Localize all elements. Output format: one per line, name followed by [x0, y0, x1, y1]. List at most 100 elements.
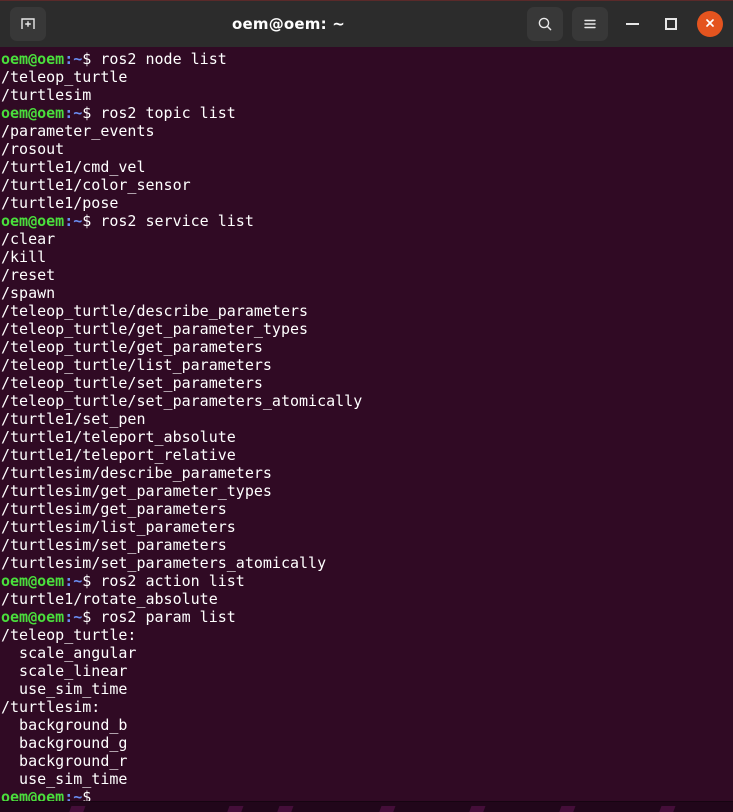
- terminal-cursor: [91, 790, 100, 801]
- output-text: /turtle1/cmd_vel: [1, 158, 146, 176]
- output-text: scale_angular: [1, 644, 137, 662]
- output-text: /turtle1/rotate_absolute: [1, 590, 218, 608]
- terminal-output-line: /turtle1/cmd_vel: [1, 158, 733, 176]
- search-button[interactable]: [527, 7, 563, 41]
- terminal-output-line: /teleop_turtle/get_parameters: [1, 338, 733, 356]
- terminal-output-line: /turtle1/teleport_absolute: [1, 428, 733, 446]
- output-text: /teleop_turtle/describe_parameters: [1, 302, 309, 320]
- terminal-command: ros2 service list: [91, 212, 254, 230]
- terminal-output-line: /turtlesim:: [1, 698, 733, 716]
- output-text: background_b: [1, 716, 128, 734]
- output-text: /spawn: [1, 284, 56, 302]
- output-text: background_r: [1, 752, 128, 770]
- terminal-output-line: /teleop_turtle/describe_parameters: [1, 302, 733, 320]
- window-titlebar[interactable]: oem@oem: ~: [0, 0, 733, 47]
- terminal-output-line: /teleop_turtle/list_parameters: [1, 356, 733, 374]
- terminal-output-line: /teleop_turtle:: [1, 626, 733, 644]
- menu-button[interactable]: [572, 7, 608, 41]
- taskbar-item[interactable]: [68, 806, 86, 812]
- terminal-body[interactable]: oem@oem:~$ ros2 node list/teleop_turtle /…: [0, 47, 733, 801]
- output-text: /turtlesim/get_parameters: [1, 500, 227, 518]
- terminal-output-line: use_sim_time: [1, 770, 733, 788]
- terminal-output-line: /clear: [1, 230, 733, 248]
- terminal-command: ros2 topic list: [91, 104, 236, 122]
- titlebar-controls: [527, 7, 725, 41]
- output-text: /turtle1/teleport_absolute: [1, 428, 236, 446]
- prompt-symbol: $: [82, 50, 92, 68]
- taskbar-item[interactable]: [468, 806, 486, 812]
- terminal-output-line: /turtle1/set_pen: [1, 410, 733, 428]
- terminal-command: ros2 node list: [91, 50, 227, 68]
- prompt-symbol: $: [82, 788, 92, 801]
- desktop-taskbar-strip[interactable]: [0, 801, 733, 812]
- terminal-output-line: scale_linear: [1, 662, 733, 680]
- output-text: use_sim_time: [1, 770, 128, 788]
- taskbar-item[interactable]: [658, 806, 676, 812]
- taskbar-item[interactable]: [276, 806, 294, 812]
- output-text: /turtlesim/set_parameters: [1, 536, 227, 554]
- terminal-output-line: background_r: [1, 752, 733, 770]
- output-text: /turtlesim: [1, 86, 92, 104]
- terminal-command: ros2 param list: [91, 608, 236, 626]
- output-text: /turtle1/color_sensor: [1, 176, 191, 194]
- maximize-icon: [665, 18, 677, 30]
- terminal-output-line: /teleop_turtle/set_parameters_atomically: [1, 392, 733, 410]
- output-text: /teleop_turtle:: [1, 626, 137, 644]
- prompt-user: oem@oem: [1, 572, 65, 590]
- output-text: use_sim_time: [1, 680, 128, 698]
- minimize-button[interactable]: [617, 9, 647, 39]
- search-icon: [536, 15, 554, 33]
- window-title: oem@oem: ~: [231, 15, 345, 33]
- prompt-symbol: $: [82, 572, 92, 590]
- terminal-output-line: /turtle1/teleport_relative: [1, 446, 733, 464]
- prompt-path: :~: [64, 50, 83, 68]
- prompt-path: :~: [64, 608, 83, 626]
- prompt-symbol: $: [82, 212, 92, 230]
- terminal-prompt-line: oem@oem:~$ ros2 topic list: [1, 104, 733, 122]
- output-text: background_g: [1, 734, 128, 752]
- maximize-button[interactable]: [656, 9, 686, 39]
- prompt-symbol: $: [82, 608, 92, 626]
- prompt-user: oem@oem: [1, 212, 65, 230]
- output-text: /turtlesim/list_parameters: [1, 518, 236, 536]
- output-text: /turtlesim/get_parameter_types: [1, 482, 272, 500]
- output-text: /kill: [1, 248, 47, 266]
- prompt-user: oem@oem: [1, 50, 65, 68]
- terminal-output-line: /reset: [1, 266, 733, 284]
- output-text: /clear: [1, 230, 56, 248]
- prompt-path: :~: [64, 212, 83, 230]
- hamburger-menu-icon: [581, 15, 599, 33]
- output-text: /turtlesim/set_parameters_atomically: [1, 554, 327, 572]
- close-button[interactable]: [697, 11, 723, 37]
- terminal-output-line: background_b: [1, 716, 733, 734]
- terminal-output-line: /turtlesim/set_parameters_atomically: [1, 554, 733, 572]
- terminal-output-line: /turtlesim/get_parameters: [1, 500, 733, 518]
- terminal-output-line: /turtlesim/describe_parameters: [1, 464, 733, 482]
- output-text: /turtle1/pose: [1, 194, 119, 212]
- output-text: /teleop_turtle: [1, 68, 128, 86]
- taskbar-item[interactable]: [226, 806, 244, 812]
- prompt-path: :~: [64, 788, 83, 801]
- taskbar-item[interactable]: [558, 806, 576, 812]
- terminal-output-line: /turtlesim/list_parameters: [1, 518, 733, 536]
- terminal-output-line: /turtlesim: [1, 86, 733, 104]
- terminal-output-line: /turtle1/color_sensor: [1, 176, 733, 194]
- close-button-wrap[interactable]: [695, 9, 725, 39]
- terminal-prompt-line: oem@oem:~$ ros2 node list: [1, 50, 733, 68]
- terminal-output-line: /teleop_turtle/get_parameter_types: [1, 320, 733, 338]
- terminal-output-line: background_g: [1, 734, 733, 752]
- terminal-output-line: /rosout: [1, 140, 733, 158]
- terminal-output-line: /turtlesim/get_parameter_types: [1, 482, 733, 500]
- output-text: /turtlesim:: [1, 698, 101, 716]
- terminal-output-line: scale_angular: [1, 644, 733, 662]
- new-tab-button[interactable]: [10, 7, 46, 41]
- taskbar-item[interactable]: [378, 806, 396, 812]
- minimize-icon: [625, 23, 639, 25]
- prompt-symbol: $: [82, 104, 92, 122]
- terminal-output-line: /spawn: [1, 284, 733, 302]
- output-text: /teleop_turtle/list_parameters: [1, 356, 272, 374]
- terminal-output[interactable]: oem@oem:~$ ros2 node list/teleop_turtle /…: [1, 50, 733, 801]
- terminal-prompt-line: oem@oem:~$: [1, 788, 733, 801]
- terminal-window: oem@oem: ~ oem@oem:~$ ros2 node list /te…: [0, 0, 733, 812]
- terminal-output-line: use_sim_time: [1, 680, 733, 698]
